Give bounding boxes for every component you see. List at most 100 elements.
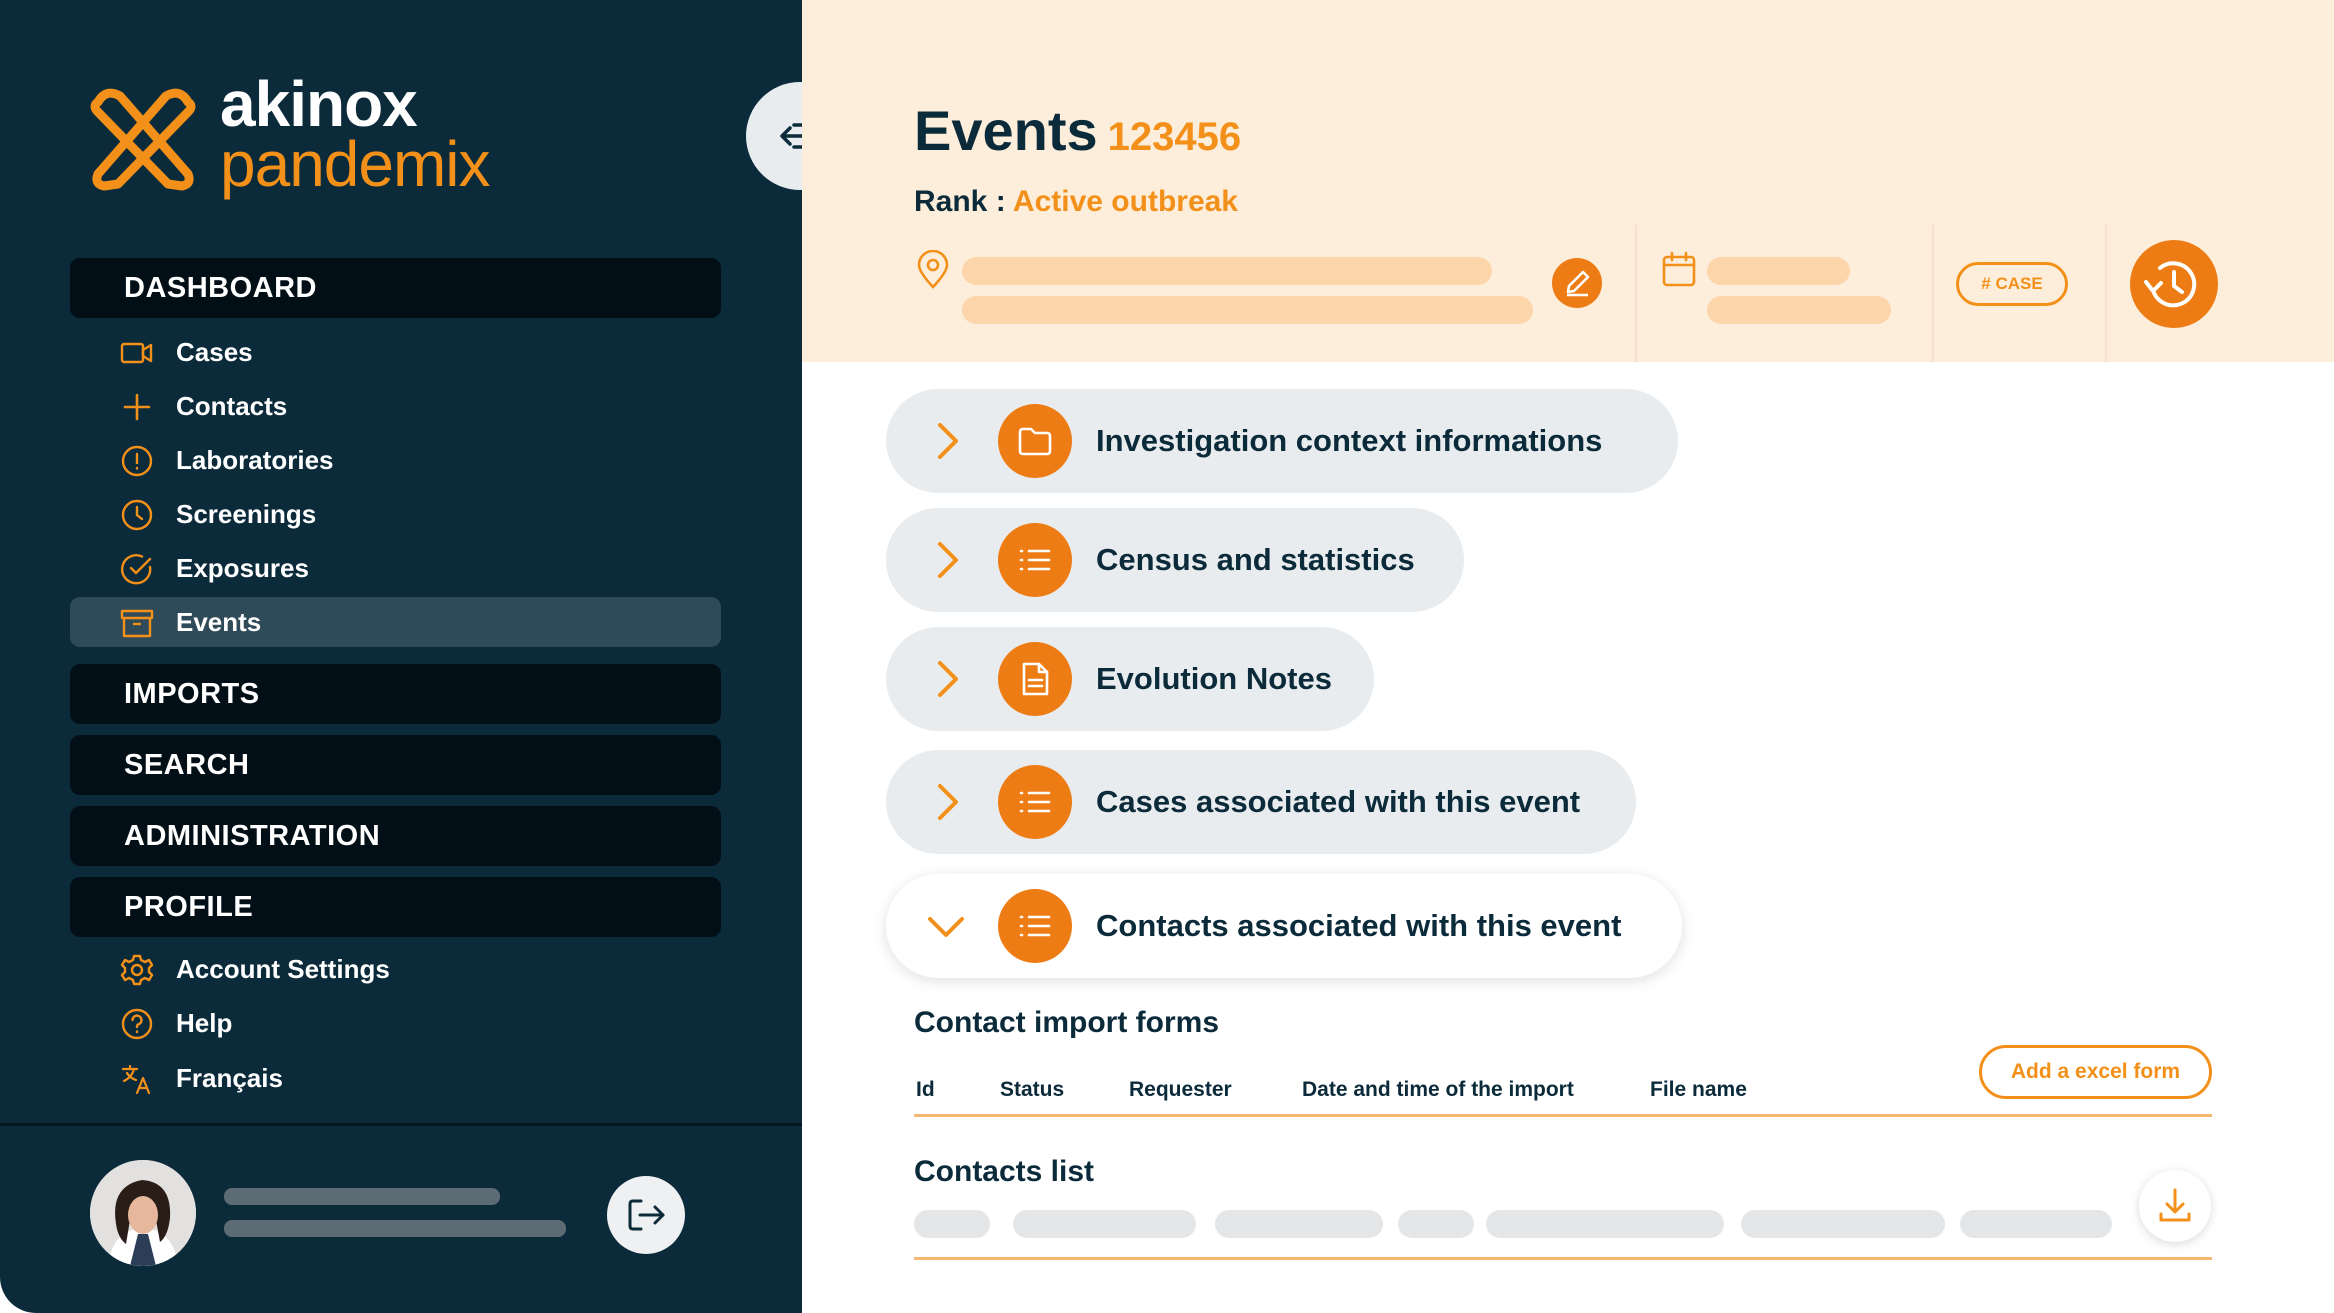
accordion-label: Contacts associated with this event: [1096, 908, 1622, 943]
contacts-list-divider: [914, 1257, 2212, 1260]
sidebar-item-help[interactable]: Help: [70, 998, 721, 1048]
alert-circle-icon: [121, 445, 153, 477]
location-pin-icon: [917, 250, 949, 289]
sidebar-item-label: Laboratories: [176, 445, 334, 475]
calendar-icon: [1662, 251, 1696, 287]
import-table-divider: [914, 1114, 2212, 1117]
sidebar-item-label: Help: [176, 1008, 233, 1038]
history-button[interactable]: [2130, 240, 2218, 328]
accordion-cases-associated[interactable]: Cases associated with this event: [886, 750, 1636, 854]
column-header-id[interactable]: Id: [916, 1078, 935, 1102]
section-search[interactable]: SEARCH: [70, 735, 721, 795]
accordion-icon-circle: [998, 889, 1072, 963]
add-excel-form-button[interactable]: Add a excel form: [1979, 1045, 2212, 1099]
section-profile[interactable]: PROFILE: [70, 877, 721, 937]
accordion-icon-circle: [998, 404, 1072, 478]
column-header-requester[interactable]: Requester: [1129, 1078, 1232, 1102]
contact-import-title: Contact import forms: [914, 1006, 1220, 1039]
date-placeholder: [1707, 257, 1850, 285]
section-dashboard[interactable]: DASHBOARD: [70, 258, 721, 318]
sidebar: akinox pandemix DASHBOARD Cases Contacts…: [0, 0, 802, 1313]
list-icon: [1019, 549, 1051, 571]
sidebar-item-label: Contacts: [176, 391, 288, 421]
column-placeholder: [1013, 1210, 1196, 1238]
chevron-down-icon: [928, 917, 964, 937]
sidebar-item-label: Account Settings: [176, 954, 390, 984]
history-icon: [2144, 261, 2197, 308]
rank-label: Rank :: [914, 185, 1006, 218]
user-name-placeholder: [224, 1188, 500, 1205]
sidebar-item-exposures[interactable]: Exposures: [70, 543, 721, 593]
address-line-placeholder: [962, 296, 1533, 324]
sidebar-item-label: Events: [176, 607, 262, 637]
event-number: 123456: [1107, 115, 1242, 159]
date-placeholder: [1707, 296, 1891, 324]
accordion-icon-circle: [998, 765, 1072, 839]
brand-name-pandemix: pandemix: [220, 128, 490, 200]
check-circle-icon: [120, 554, 152, 585]
avatar[interactable]: [90, 1160, 196, 1266]
pandemix-logo-icon: [90, 88, 196, 191]
accordion-icon-circle: [998, 642, 1072, 716]
list-icon: [1019, 791, 1051, 813]
folder-icon: [1018, 427, 1052, 456]
sidebar-item-screenings[interactable]: Screenings: [70, 489, 721, 539]
section-administration[interactable]: ADMINISTRATION: [70, 806, 721, 866]
column-header-file-name[interactable]: File name: [1650, 1078, 1747, 1102]
section-imports[interactable]: IMPORTS: [70, 664, 721, 724]
pencil-icon: [1566, 270, 1590, 297]
sidebar-item-label: Screenings: [176, 499, 317, 529]
accordion-evolution-notes[interactable]: Evolution Notes: [886, 627, 1374, 731]
gear-icon: [120, 954, 154, 986]
accordion-contacts-associated[interactable]: Contacts associated with this event: [886, 874, 1682, 978]
logout-icon: [628, 1199, 665, 1231]
download-contacts-button[interactable]: [2139, 1170, 2211, 1242]
sidebar-item-events[interactable]: Events: [70, 597, 721, 647]
sidebar-item-cases[interactable]: Cases: [70, 327, 721, 377]
column-header-import-datetime[interactable]: Date and time of the import: [1302, 1078, 1574, 1102]
case-badge[interactable]: # CASE: [1956, 262, 2068, 306]
sidebar-item-label: Français: [176, 1063, 283, 1093]
page-title: Events 123456: [914, 96, 1241, 172]
clock-icon: [121, 499, 153, 531]
user-photo-icon: [90, 1160, 196, 1266]
contacts-list-title: Contacts list: [914, 1155, 1095, 1188]
rank-value: Active outbreak: [1012, 185, 1238, 218]
column-placeholder: [1398, 1210, 1474, 1238]
accordion-label: Evolution Notes: [1096, 661, 1332, 696]
user-section-divider: [0, 1123, 802, 1126]
address-line-placeholder: [962, 257, 1492, 285]
column-placeholder: [1960, 1210, 2112, 1238]
accordion-label: Cases associated with this event: [1096, 784, 1581, 819]
document-icon: [1022, 662, 1049, 696]
list-icon: [1019, 915, 1051, 937]
sidebar-item-contacts[interactable]: Contacts: [70, 381, 721, 431]
column-placeholder: [914, 1210, 990, 1238]
download-icon: [2159, 1188, 2191, 1222]
edit-location-button[interactable]: [1552, 258, 1602, 308]
logout-button[interactable]: [607, 1176, 685, 1254]
sidebar-item-label: Exposures: [176, 553, 309, 583]
chevron-right-icon: [938, 423, 958, 459]
sidebar-item-language[interactable]: Français: [70, 1053, 721, 1103]
sidebar-item-account-settings[interactable]: Account Settings: [70, 944, 721, 994]
translate-icon: [121, 1064, 151, 1095]
user-role-placeholder: [224, 1220, 566, 1237]
sidebar-item-laboratories[interactable]: Laboratories: [70, 435, 721, 485]
header-divider: [1932, 225, 1934, 362]
rank-line: Rank : Active outbreak: [914, 182, 1238, 222]
chevron-right-icon: [938, 661, 958, 697]
accordion-label: Census and statistics: [1096, 542, 1415, 577]
page-title-text: Events: [914, 99, 1098, 162]
accordion-census-statistics[interactable]: Census and statistics: [886, 508, 1464, 612]
plus-icon: [123, 393, 151, 421]
accordion-investigation-context[interactable]: Investigation context informations: [886, 389, 1678, 493]
accordion-icon-circle: [998, 523, 1072, 597]
archive-icon: [120, 609, 154, 638]
column-placeholder: [1741, 1210, 1945, 1238]
column-header-status[interactable]: Status: [1000, 1078, 1064, 1102]
column-placeholder: [1486, 1210, 1724, 1238]
help-circle-icon: [121, 1008, 153, 1040]
chevron-right-icon: [938, 542, 958, 578]
video-icon: [120, 342, 153, 364]
